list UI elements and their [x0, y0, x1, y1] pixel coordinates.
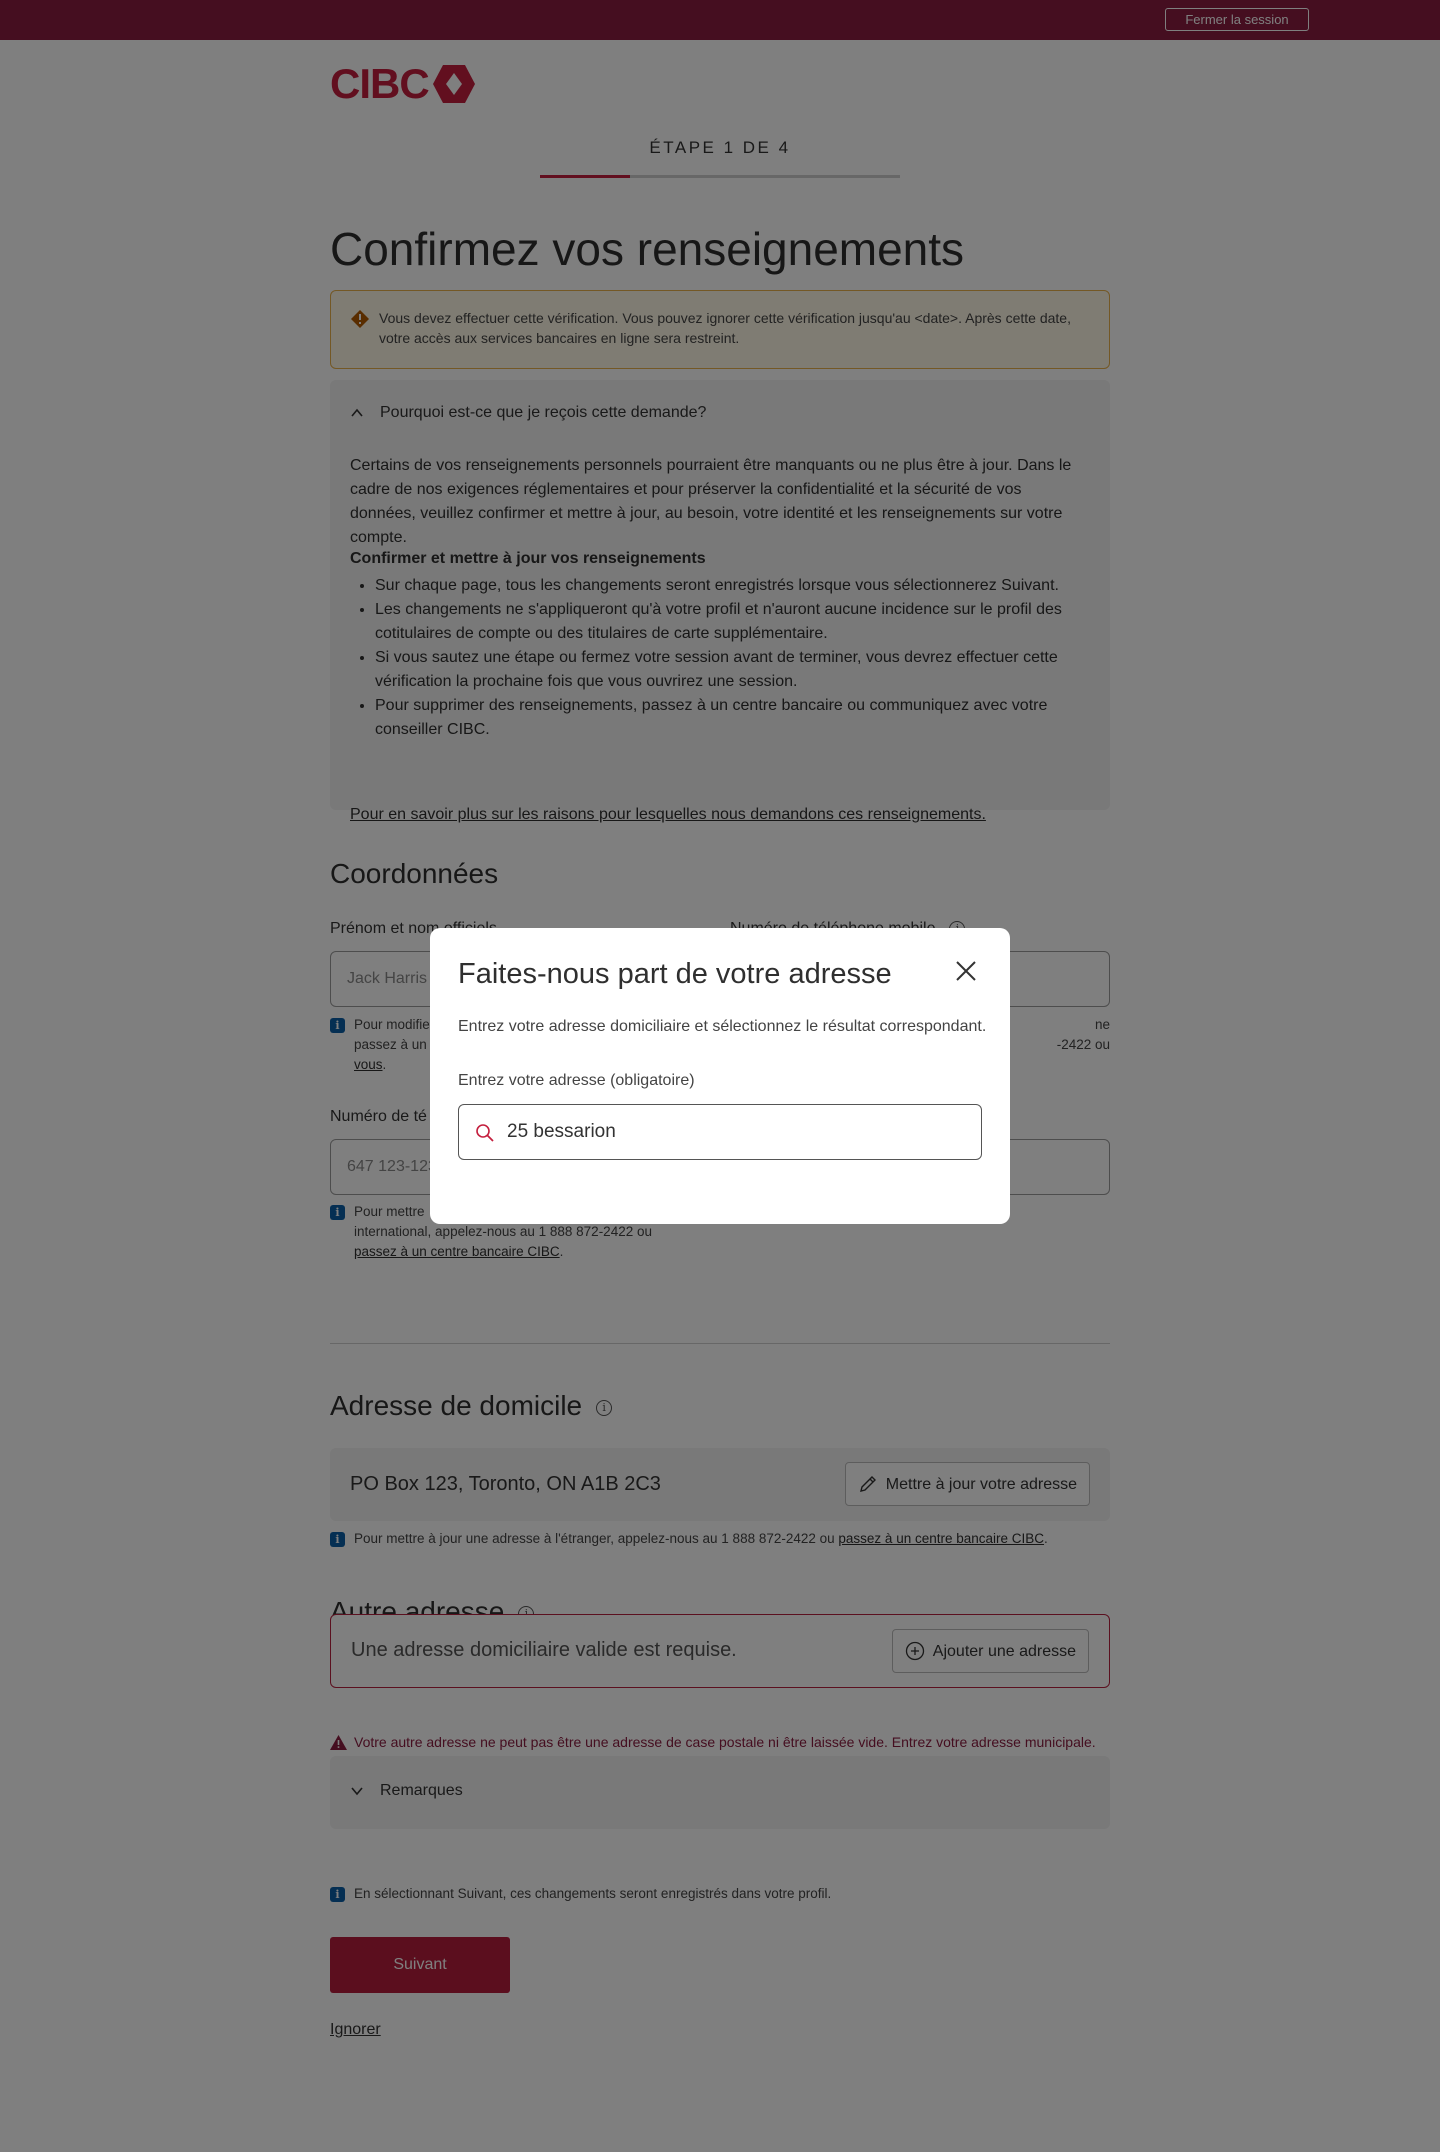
address-search-value: 25 bessarion [507, 1121, 616, 1142]
modal-title: Faites-nous part de votre adresse [458, 958, 892, 990]
search-icon [476, 1124, 494, 1142]
address-search-input[interactable]: 25 bessarion [458, 1104, 982, 1160]
close-button[interactable] [952, 958, 980, 986]
close-icon [956, 960, 976, 981]
address-modal: Faites-nous part de votre adresse Entrez… [430, 928, 1010, 1224]
address-input-label: Entrez votre adresse (obligatoire) [458, 1072, 695, 1089]
modal-description: Entrez votre adresse domiciliaire et sél… [458, 1018, 987, 1035]
